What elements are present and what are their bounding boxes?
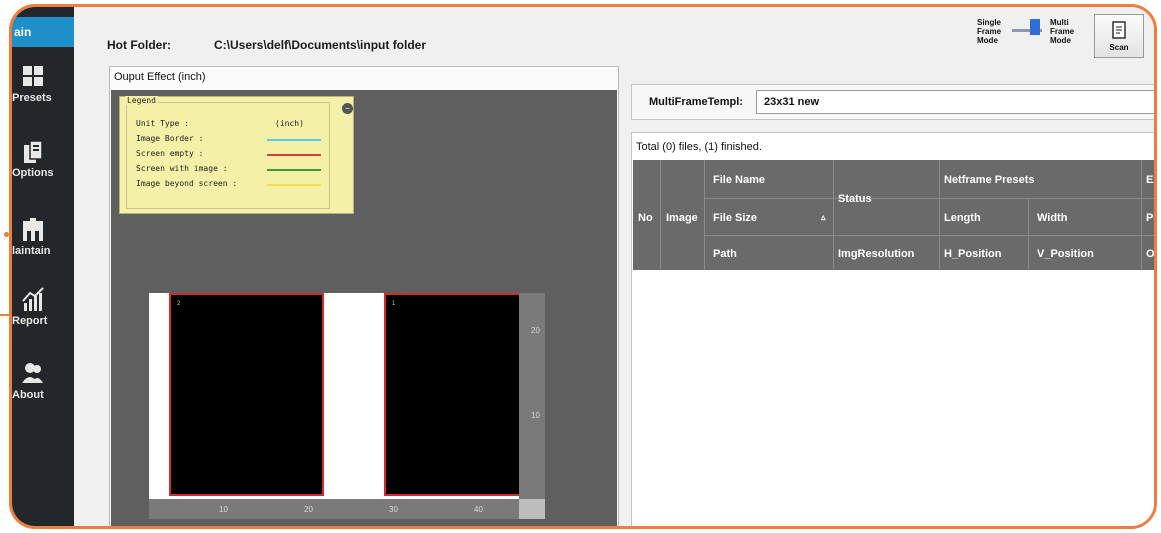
output-effect-panel: Ouput Effect (inch) Legend Unit Type : (…	[109, 66, 619, 526]
header-pe[interactable]: Pe	[1146, 212, 1154, 224]
legend-row-label: Image beyond screen :	[136, 179, 238, 188]
sidebar: ain Presets Options laintain Report Abou…	[12, 7, 74, 526]
header-no[interactable]: No	[638, 212, 653, 224]
scan-icon	[1112, 21, 1126, 39]
legend-row-label: Screen empty :	[136, 149, 204, 158]
about-icon	[22, 363, 43, 383]
presets-icon	[23, 66, 43, 86]
multiframe-template-panel: MultiFrameTempl: 23x31 new	[631, 84, 1154, 120]
legend-unit-label: Unit Type :	[136, 119, 189, 128]
sidebar-item-about[interactable]: About	[12, 359, 74, 429]
ruler-tick-label: 20	[531, 326, 540, 335]
screenshot-frame: ain Presets Options laintain Report Abou…	[9, 4, 1157, 529]
sidebar-item-label: Presets	[12, 92, 52, 104]
ruler-tick-label: 20	[304, 505, 313, 514]
scan-button-label: Scan	[1109, 43, 1129, 52]
frame-mode-toggle-thumb[interactable]	[1030, 19, 1040, 35]
legend-swatch-image-border	[267, 139, 321, 141]
ruler-tick-label: 10	[531, 411, 540, 420]
header-file-name[interactable]: File Name	[713, 174, 765, 186]
header-file-size[interactable]: File Size	[713, 212, 757, 224]
legend-close-icon[interactable]: −	[342, 103, 353, 114]
ruler-tick-label: 30	[389, 505, 398, 514]
annotation-connector-dot	[4, 232, 9, 237]
legend-swatch-screen-with-image	[267, 169, 321, 171]
multi-frame-mode-label[interactable]: Multi Frame Mode	[1050, 18, 1074, 45]
sidebar-item-options[interactable]: Options	[12, 137, 74, 207]
annotation-connector-line	[0, 314, 12, 316]
frame-image[interactable]: 1	[384, 293, 539, 496]
output-effect-title: Ouput Effect (inch)	[114, 71, 206, 83]
ruler-tick-label: 10	[219, 505, 228, 514]
options-icon	[24, 140, 43, 163]
maintain-icon	[23, 218, 43, 241]
sidebar-item-label: Report	[12, 315, 48, 327]
legend-unit-value: (inch)	[275, 119, 304, 128]
vertical-ruler: 20 10	[519, 293, 545, 515]
report-icon	[22, 287, 44, 311]
frame-number: 2	[177, 301, 181, 307]
header-ou[interactable]: Ou	[1146, 248, 1154, 260]
legend-box: Legend Unit Type : (inch) Image Border :…	[119, 96, 354, 214]
header-h-position[interactable]: H_Position	[944, 248, 1001, 260]
sort-asc-icon: ▵	[821, 212, 826, 222]
output-preview-canvas[interactable]: Legend Unit Type : (inch) Image Border :…	[111, 90, 617, 526]
frame-number: 1	[392, 301, 396, 307]
sidebar-item-label: Options	[12, 167, 54, 179]
multiframe-template-field[interactable]: 23x31 new	[756, 90, 1154, 114]
ruler-tick-label: 40	[474, 505, 483, 514]
header-v-position[interactable]: V_Position	[1037, 248, 1094, 260]
frame-image[interactable]: 2	[169, 293, 324, 496]
main-area: Hot Folder: C:\Users\delf\Documents\inpu…	[74, 7, 1154, 526]
sidebar-item-presets[interactable]: Presets	[12, 62, 74, 132]
sidebar-item-main[interactable]: ain	[12, 17, 74, 47]
header-netframe-presets[interactable]: Netframe Presets	[944, 174, 1035, 186]
legend-row-label: Screen with image :	[136, 164, 228, 173]
scan-button[interactable]: Scan	[1094, 14, 1144, 58]
file-list-panel: Total (0) files, (1) finished. No Image …	[631, 132, 1154, 526]
header-ex[interactable]: Ex	[1146, 174, 1154, 186]
screen-preview: 2 1	[149, 293, 540, 515]
header-width[interactable]: Width	[1037, 212, 1067, 224]
header-path[interactable]: Path	[713, 248, 737, 260]
legend-title: Legend	[125, 96, 158, 105]
sidebar-item-maintain[interactable]: laintain	[12, 215, 74, 285]
header-status[interactable]: Status	[838, 193, 872, 205]
sidebar-item-label: About	[12, 389, 44, 401]
header-image[interactable]: Image	[666, 212, 698, 224]
sidebar-item-label: laintain	[12, 245, 51, 257]
legend-row-label: Image Border :	[136, 134, 204, 143]
ruler-corner	[519, 499, 545, 519]
horizontal-ruler: 10 20 30 40	[149, 499, 545, 519]
multiframe-template-label: MultiFrameTempl:	[649, 96, 743, 108]
hot-folder-label: Hot Folder:	[107, 38, 171, 52]
file-summary: Total (0) files, (1) finished.	[636, 141, 762, 153]
file-table-header: No Image File Name File Size ▵ Path Stat…	[633, 160, 1154, 270]
header-img-resolution[interactable]: ImgResolution	[838, 248, 914, 260]
legend-swatch-image-beyond-screen	[267, 184, 321, 186]
sidebar-item-label: ain	[14, 25, 32, 39]
single-frame-mode-label[interactable]: Single Frame Mode	[977, 18, 1001, 45]
legend-swatch-screen-empty	[267, 154, 321, 156]
sidebar-item-report[interactable]: Report	[12, 285, 74, 355]
header-length[interactable]: Length	[944, 212, 981, 224]
hot-folder-path[interactable]: C:\Users\delf\Documents\input folder	[214, 38, 426, 52]
